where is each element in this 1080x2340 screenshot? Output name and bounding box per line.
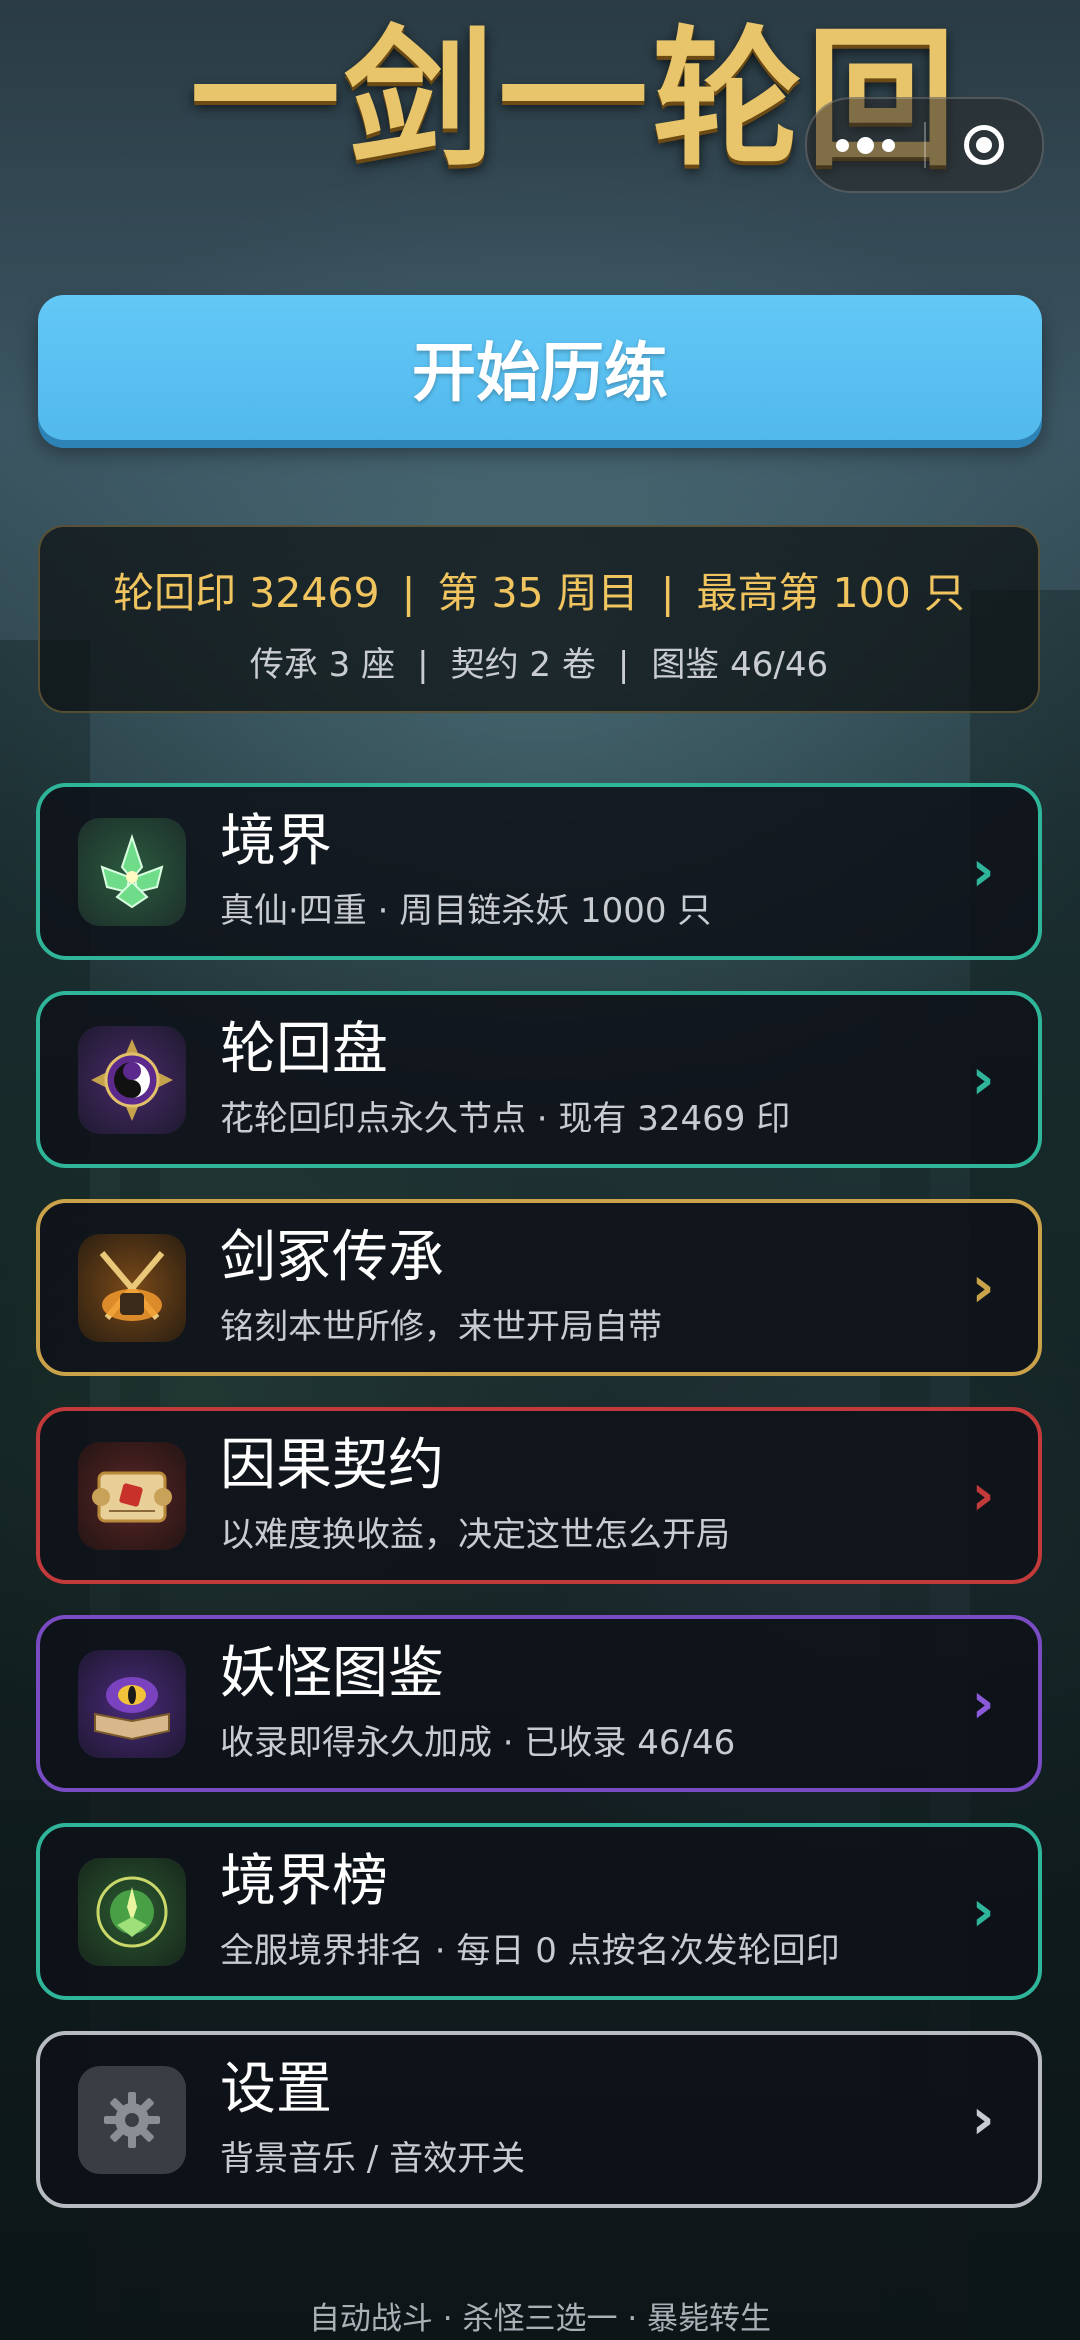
cycle-count: 第 35 周目 <box>437 569 639 617</box>
menu-ranking-title: 境界榜 <box>220 1849 388 1915</box>
menu-inheritance-title: 剑冢传承 <box>220 1225 444 1291</box>
menu-contract-desc: 以难度换收益，决定这世怎么开局 <box>220 1514 730 1555</box>
menu-codex-desc: 收录即得永久加成 · 已收录 46/46 <box>220 1722 736 1763</box>
gear-icon <box>78 2065 186 2174</box>
menu-codex-title: 妖怪图鉴 <box>220 1641 444 1707</box>
stats-separator: | <box>417 645 429 685</box>
menu-wheel-desc: 花轮回印点永久节点 · 现有 32469 印 <box>220 1098 791 1139</box>
menu-ranking-desc: 全服境界排名 · 每日 0 点按名次发轮回印 <box>220 1930 840 1971</box>
jade-ranking-icon <box>78 1857 186 1966</box>
menu-realm-title: 境界 <box>220 809 332 875</box>
menu-settings-desc: 背景音乐 / 音效开关 <box>220 2138 526 2179</box>
sword-tomb-icon <box>78 1233 186 1342</box>
stats-panel: 轮回印 32469 | 第 35 周目 | 最高第 100 只 传承 3 座 | 契约 2 … <box>38 525 1040 713</box>
stats-separator: | <box>617 645 630 685</box>
chevron-right-icon: › <box>971 1879 995 1944</box>
chevron-right-icon: › <box>971 1255 995 1320</box>
stats-primary-line: 轮回印 32469 | 第 35 周目 | 最高第 100 只 <box>40 559 1038 619</box>
chevron-right-icon: › <box>971 2087 995 2152</box>
reincarnation-seal-count: 轮回印 32469 <box>113 569 380 617</box>
menu-settings-title: 设置 <box>220 2057 332 2123</box>
menu-inheritance-desc: 铭刻本世所修，来世开局自带 <box>220 1306 662 1347</box>
start-training-button[interactable]: 开始历练 <box>38 295 1042 440</box>
best-record: 最高第 100 只 <box>696 569 965 617</box>
stats-secondary-line: 传承 3 座 | 契约 2 卷 | 图鉴 46/46 <box>40 637 1038 686</box>
more-options-icon[interactable] <box>807 99 924 191</box>
mini-program-capsule <box>805 97 1044 193</box>
menu-sword-inheritance[interactable]: 剑冢传承 铭刻本世所修，来世开局自带 › <box>36 1199 1042 1376</box>
chevron-right-icon: › <box>971 839 995 904</box>
inheritance-count: 传承 3 座 <box>249 645 396 685</box>
contract-scroll-icon <box>78 1441 186 1550</box>
jade-lotus-icon <box>78 817 186 926</box>
stats-separator: | <box>660 569 675 617</box>
demon-book-icon <box>78 1649 186 1758</box>
chevron-right-icon: › <box>971 1463 995 1528</box>
menu-monster-codex[interactable]: 妖怪图鉴 收录即得永久加成 · 已收录 46/46 › <box>36 1615 1042 1792</box>
stats-separator: | <box>401 569 416 617</box>
menu-wheel-title: 轮回盘 <box>220 1017 388 1083</box>
menu-settings[interactable]: 设置 背景音乐 / 音效开关 › <box>36 2031 1042 2208</box>
contract-count: 契约 2 卷 <box>450 645 596 685</box>
chevron-right-icon: › <box>971 1047 995 1112</box>
menu-reincarnation-wheel[interactable]: 轮回盘 花轮回印点永久节点 · 现有 32469 印 › <box>36 991 1042 1168</box>
menu-realm-ranking[interactable]: 境界榜 全服境界排名 · 每日 0 点按名次发轮回印 › <box>36 1823 1042 2000</box>
menu-karma-contract[interactable]: 因果契约 以难度换收益，决定这世怎么开局 › <box>36 1407 1042 1584</box>
codex-count: 图鉴 46/46 <box>651 645 829 685</box>
yin-yang-wheel-icon <box>78 1025 186 1134</box>
close-miniprogram-icon[interactable] <box>926 125 1042 165</box>
menu-contract-title: 因果契约 <box>220 1433 444 1499</box>
chevron-right-icon: › <box>971 1671 995 1736</box>
menu-realm[interactable]: 境界 真仙·四重 · 周目链杀妖 1000 只 › <box>36 783 1042 960</box>
footer-tagline: 自动战斗 · 杀怪三选一 · 暴毙转生 <box>308 2301 772 2337</box>
menu-realm-desc: 真仙·四重 · 周目链杀妖 1000 只 <box>220 890 712 931</box>
